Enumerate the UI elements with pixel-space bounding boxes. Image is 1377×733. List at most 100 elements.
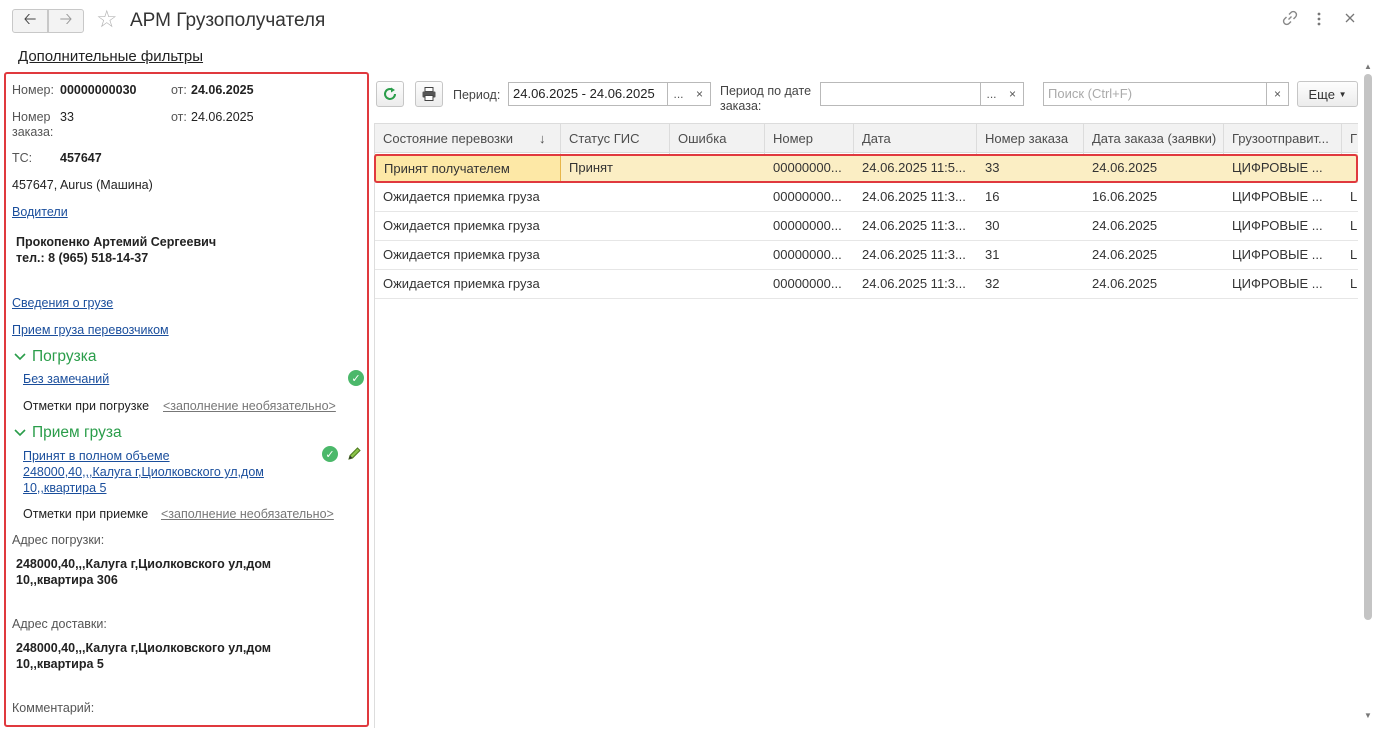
cargo-info-link[interactable]: Сведения о грузе: [12, 295, 113, 311]
table-cell: 33: [985, 160, 1000, 175]
table-cell: 00000000...: [773, 276, 842, 291]
table-cell: L: [1350, 218, 1358, 233]
table-cell: [561, 270, 670, 298]
star-icon[interactable]: ☆: [96, 6, 118, 34]
table-cell: 24.06.2025 11:3...: [862, 276, 966, 291]
table-cell: Принят получателем: [375, 154, 561, 182]
more-button[interactable]: Еще ▼: [1297, 81, 1358, 107]
table-cell: ЦИФРОВЫЕ ...: [1232, 160, 1323, 175]
driver-name: Прокопенко Артемий Сергеевич: [16, 235, 217, 249]
column-header[interactable]: Ошибка: [670, 124, 765, 154]
table-cell: L: [1350, 276, 1358, 291]
table-cell: [561, 241, 670, 269]
column-header[interactable]: Дата: [854, 124, 977, 154]
search-clear-button[interactable]: ×: [1267, 82, 1289, 106]
table-cell: [670, 183, 765, 211]
receiving-status-link-line3[interactable]: 10,,квартира 5: [23, 480, 106, 496]
table-cell: 24.06.2025 11:3...: [862, 189, 966, 204]
table-cell: [561, 212, 670, 240]
comment-label: Комментарий:: [12, 701, 95, 715]
loading-address-label: Адрес погрузки:: [12, 533, 105, 547]
caret-down-icon: ▼: [1338, 89, 1347, 99]
table-cell: L: [1350, 247, 1358, 262]
search-input[interactable]: Поиск (Ctrl+F): [1043, 82, 1267, 106]
table-row[interactable]: Ожидается приемка груза 00000000... 24.06.…: [375, 183, 1358, 212]
column-header[interactable]: Номер заказа: [977, 124, 1084, 154]
table-cell: L: [1350, 189, 1358, 204]
pencil-icon[interactable]: [347, 446, 362, 464]
period-field[interactable]: 24.06.2025 - 24.06.2025: [508, 82, 668, 106]
search-placeholder: Поиск (Ctrl+F): [1048, 86, 1133, 101]
table-cell: 24.06.2025: [1092, 247, 1158, 262]
receiving-status-link-line2[interactable]: 248000,40,,,Калуга г,Циолковского ул,дом: [23, 464, 264, 480]
period-by-order-clear-button[interactable]: ×: [1002, 82, 1024, 106]
arrow-left-icon: 🡠: [23, 10, 37, 28]
period-label: Период:: [453, 88, 501, 102]
number-label: Номер:: [12, 83, 54, 97]
table-row[interactable]: Принят получателем Принят 00000000... 24.06…: [375, 154, 1358, 183]
table-cell: ЦИФРОВЫЕ ...: [1232, 218, 1323, 233]
carrier-accept-link[interactable]: Прием груза перевозчиком: [12, 322, 169, 338]
period-select-button[interactable]: ...: [668, 82, 690, 106]
table-cell: 32: [985, 276, 1000, 291]
column-header[interactable]: Статус ГИС: [561, 124, 670, 154]
loading-address-line1: 248000,40,,,Калуга г,Циолковского ул,дом: [16, 557, 272, 571]
table-cell: 16: [985, 189, 1000, 204]
arrow-right-icon: 🡢: [59, 10, 73, 28]
order-number-value: 33: [60, 110, 74, 124]
order-number-label: Номер заказа:: [12, 110, 54, 139]
loading-address-line2: 10,,квартира 306: [16, 573, 118, 587]
delivery-address-line2: 10,,квартира 5: [16, 657, 104, 671]
receiving-notes-label: Отметки при приемке: [23, 507, 149, 521]
loading-notes-link[interactable]: <заполнение необязательно>: [163, 399, 336, 413]
close-icon[interactable]: [1344, 11, 1356, 28]
column-title: Состояние перевозки: [383, 131, 513, 146]
loading-section-title: Погрузка: [32, 348, 97, 365]
extra-filters-link[interactable]: Дополнительные фильтры: [18, 48, 203, 65]
scroll-up-icon[interactable]: ▲: [1364, 62, 1372, 71]
table-cell: [561, 183, 670, 211]
receiving-section-header[interactable]: Прием груза: [14, 424, 122, 442]
sort-down-icon: ↓: [539, 131, 546, 146]
loading-status-link[interactable]: Без замечаний: [23, 371, 109, 387]
table-row[interactable]: Ожидается приемка груза 00000000... 24.06.…: [375, 241, 1358, 270]
loading-section-header[interactable]: Погрузка: [14, 348, 96, 366]
period-by-order-label-line2: заказа:: [720, 99, 762, 113]
more-vertical-icon[interactable]: [1316, 12, 1322, 30]
table-cell: 24.06.2025: [1092, 276, 1158, 291]
forward-button[interactable]: 🡢: [48, 9, 84, 33]
column-header[interactable]: Дата заказа (заявки): [1084, 124, 1224, 154]
period-clear-button[interactable]: ×: [689, 82, 711, 106]
receiving-status-link-line1[interactable]: Принят в полном объеме: [23, 448, 170, 464]
more-button-label: Еще: [1308, 86, 1335, 102]
from-label: от:: [171, 83, 187, 97]
refresh-button[interactable]: [376, 81, 404, 107]
column-header[interactable]: Состояние перевозки ↓: [375, 124, 561, 154]
scroll-down-icon[interactable]: ▼: [1364, 711, 1372, 720]
scroll-thumb[interactable]: [1364, 74, 1372, 620]
column-header[interactable]: Г: [1342, 124, 1358, 154]
drivers-link[interactable]: Водители: [12, 204, 68, 220]
driver-phone: тел.: 8 (965) 518-14-37: [16, 251, 149, 265]
table-cell: 16.06.2025: [1092, 189, 1158, 204]
period-by-order-field[interactable]: [820, 82, 981, 106]
order-from-label: от:: [171, 110, 187, 124]
table-cell: [670, 212, 765, 240]
column-header[interactable]: Номер: [765, 124, 854, 154]
table-row[interactable]: Ожидается приемка груза 00000000... 24.06.…: [375, 212, 1358, 241]
ts-label: ТС:: [12, 151, 33, 165]
column-header[interactable]: Грузоотправит...: [1224, 124, 1342, 154]
table-row[interactable]: Ожидается приемка груза 00000000... 24.06.…: [375, 270, 1358, 299]
check-circle-icon: ✓: [348, 370, 364, 386]
printer-icon: [422, 87, 436, 101]
print-button[interactable]: [415, 81, 443, 107]
period-by-order-select-button[interactable]: ...: [981, 82, 1003, 106]
receiving-notes-link[interactable]: <заполнение необязательно>: [161, 507, 334, 521]
table-cell: 00000000...: [773, 160, 842, 175]
table-cell: [670, 270, 765, 298]
back-button[interactable]: 🡠: [12, 9, 48, 33]
vertical-scrollbar[interactable]: ▲ ▼: [1362, 62, 1374, 720]
table-cell: ЦИФРОВЫЕ ...: [1232, 276, 1323, 291]
table-cell: Ожидается приемка груза: [383, 189, 540, 204]
link-icon[interactable]: [1282, 10, 1298, 30]
